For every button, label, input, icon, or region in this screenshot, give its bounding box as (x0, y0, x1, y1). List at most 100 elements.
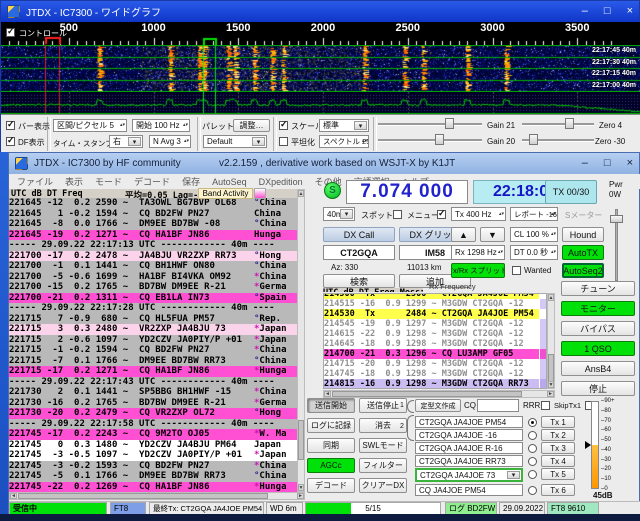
spot-status-icon[interactable]: S (324, 182, 341, 199)
tx-watchdog-button[interactable]: TX 00/30 (545, 180, 597, 204)
timestamp-combo[interactable]: 右 (109, 135, 143, 148)
right-button-5[interactable]: 停止 (561, 381, 635, 396)
tx-message-input-4[interactable]: CT2GQA JA4JOE RR73 (415, 455, 523, 467)
rx-decode-row[interactable]: 214715 -20 0.9 1298 ~ M3GDW CT2GQA -12 (324, 359, 539, 369)
close-icon[interactable]: × (627, 6, 633, 17)
tx-freq-spinner[interactable]: Tx 400 Hz (451, 207, 506, 221)
scale-checkbox[interactable] (279, 121, 288, 130)
decode-row[interactable]: 221700 -15 0.2 1765 ~ BD7BW DM9EE R-21*G… (9, 282, 297, 293)
freq-up-button[interactable]: ▲ (451, 227, 476, 242)
decode-row[interactable]: 221645 1 -0.2 1594 ~ CQ BD2FW PN27China (9, 209, 297, 220)
autoseq2-button[interactable]: AutoSeq2 (562, 263, 604, 278)
tx-radio-3[interactable] (528, 444, 537, 453)
freq-down-button[interactable]: ▼ (480, 227, 505, 242)
tx-message-input-2[interactable]: CT2GQA JA4JOE -16 (415, 429, 523, 441)
band-combo[interactable]: 40m (323, 207, 355, 221)
band-activity-table[interactable]: 221645 -12 0.2 2590 ~ TA3OWL BG7BVP OL68… (9, 198, 297, 492)
main-titlebar[interactable]: JTDX - IC7300 by HF community v2.2.159 ,… (9, 153, 639, 174)
tx-message-input-6[interactable]: CQ JA4JOE PM54 (415, 484, 523, 496)
cl-spinner[interactable]: CL 100 % (510, 227, 558, 242)
zero1-slider[interactable] (522, 118, 594, 129)
rx-vscrollbar[interactable]: ▲ ▼ (547, 293, 555, 389)
right-button-3[interactable]: 1 QSO (561, 341, 635, 356)
decode-row[interactable]: 221730 -16 0.2 1765 ~ BD7BW DM9EE R-21*G… (9, 398, 297, 409)
start-freq-spinner[interactable]: 開始 100 Hz (132, 119, 190, 132)
right-button-0[interactable]: チューン (561, 281, 635, 296)
control-checkbox[interactable] (6, 28, 15, 37)
maximize-icon[interactable]: □ (604, 6, 611, 17)
wanted-checkbox[interactable] (512, 266, 521, 275)
decode-row[interactable]: 221745 -3 -0.5 1097 ~ YD2CZV JA0PIY/P +0… (9, 450, 297, 461)
grid-button-0[interactable]: 送信開始 (307, 398, 355, 413)
close-icon[interactable]: × (627, 158, 633, 169)
menu-toggle-checkbox[interactable] (437, 210, 446, 219)
rx-decode-row[interactable]: 214545 -19 0.9 1297 ~ M3GDW CT2GQA -12 (324, 319, 539, 329)
decode-row[interactable]: 221730 -20 0.2 2479 ~ CQ VR2ZXP OL72°Hon… (9, 408, 297, 419)
decode-row[interactable]: 221700 -21 0.2 1311 ~ CQ EB1LA IN73°Spai… (9, 293, 297, 304)
decode-row[interactable]: 221645 -8 0.0 1766 ~ DM9EE BD7BW -08°Chi… (9, 219, 297, 230)
minimize-icon[interactable]: – (582, 158, 588, 169)
decode-row[interactable]: 221715 3 0.3 2480 ~ VR2ZXP JA4BJU 73*Jap… (9, 324, 297, 335)
rx-decode-row[interactable]: 214515 -16 0.9 1299 ~ M3GDW CT2GQA -12 (324, 299, 539, 309)
decode-row[interactable]: 221745 -22 0.2 1269 ~ CQ HA1BF JN86*Hung… (9, 482, 297, 493)
flatten-checkbox[interactable] (279, 137, 288, 146)
decode-row[interactable]: 221700 -5 -0.6 1699 ~ HA1BF BI4VKA OM92*… (9, 272, 297, 283)
rx-hscrollbar[interactable]: ◄ ► (323, 390, 555, 398)
rrr-checkbox[interactable] (541, 401, 550, 410)
decode-row[interactable]: ----- 29.09.22 22:17:43 UTC ------------… (9, 377, 297, 388)
grid-button-4[interactable]: 同期 (307, 438, 355, 453)
decode-row[interactable]: 221715 2 -0.6 1097 ~ YD2CZV JA0PIY/P +01… (9, 335, 297, 346)
tx-button-6[interactable]: Tx 6 (541, 484, 575, 496)
decode-row[interactable]: 221745 -17 0.2 2243 ~ CQ 9M2TO OJ05*W. M… (9, 429, 297, 440)
rx-decode-row[interactable]: 214645 -18 0.9 1298 ~ M3GDW CT2GQA -12 (324, 339, 539, 349)
grid-button-8[interactable]: デコード (307, 478, 355, 493)
palette-combo[interactable]: Default (203, 135, 267, 148)
widegraph-titlebar[interactable]: JTDX - IC7300 - ワイドグラフ – □ × (1, 1, 639, 22)
right-button-4[interactable]: AnsB4 (561, 361, 635, 376)
grid-button-2[interactable]: ログに記録 (307, 418, 355, 433)
decode-row[interactable]: 221700 -17 0.2 2478 ~ JA4BJU VR2ZXP RR73… (9, 251, 297, 262)
right-button-1[interactable]: モニター (561, 301, 635, 316)
spectrum-canvas[interactable] (1, 92, 640, 114)
tx-message-input-5[interactable]: CT2GQA JA4JOE 73 (415, 468, 523, 482)
rx-decode-row[interactable]: 214615 -22 0.9 1298 ~ M3GDW CT2GQA -12 (324, 329, 539, 339)
tx-button-2[interactable]: Tx 2 (541, 429, 575, 441)
menu-item-4[interactable]: 保存 (182, 175, 200, 188)
tx-set1-brace[interactable] (407, 400, 414, 413)
decode-row[interactable]: 221715 -7 0.1 1766 ~ DM9EE BD7BW RR73°Ch… (9, 356, 297, 367)
right-button-2[interactable]: バイパス (561, 321, 635, 336)
grid-button-7[interactable]: フィルター (359, 458, 407, 473)
decode-row[interactable]: 221745 0 0.3 1480 ~ YD2CZV JA4BJU PM64Ja… (9, 440, 297, 451)
dx-call-input[interactable]: CT2GQA (323, 245, 395, 260)
decode-row[interactable]: ----- 29.09.22 22:17:13 UTC ------------… (9, 240, 297, 251)
tx-button-1[interactable]: Tx 1 (541, 416, 575, 428)
grid-button-6[interactable]: AGCc (307, 458, 355, 473)
menu-item-1[interactable]: 表示 (65, 175, 83, 188)
rx-decode-row[interactable]: 214700 -21 0.3 1296 ~ CQ LU3AMP GF05 (324, 349, 539, 359)
band-activity-sort[interactable]: Band Activity (198, 188, 253, 199)
decode-row[interactable]: 221700 -1 0.1 1441 ~ CQ BH1HWF ON80°Chin… (9, 261, 297, 272)
autotx-button[interactable]: AutoTX (562, 245, 604, 260)
decode-row[interactable]: ----- 29.09.22 22:17:28 UTC ------------… (9, 303, 297, 314)
decode-row[interactable]: 221715 -1 -0.2 1594 ~ CQ BD2FW PN27*Chin… (9, 345, 297, 356)
palette-adjust-button[interactable]: 調整… (233, 119, 270, 132)
decode-row[interactable]: 221745 -5 0.1 1766 ~ DM9EE BD7BW RR73°Ch… (9, 471, 297, 482)
ba-vscrollbar[interactable]: ▲ ▼ (297, 189, 305, 492)
tx-button-5[interactable]: Tx 5 (541, 468, 575, 480)
frequency-display[interactable]: 7.074 000 (346, 180, 468, 204)
tx-radio-1[interactable] (528, 418, 537, 427)
tx-set2-brace[interactable] (407, 415, 414, 441)
tx-radio-6[interactable] (528, 486, 537, 495)
report-spinner[interactable]: レポート -16 (510, 207, 558, 221)
tx-radio-4[interactable] (528, 457, 537, 466)
minimize-icon[interactable]: – (582, 6, 588, 17)
generate-messages-button[interactable]: 定型文作成 (415, 399, 461, 412)
navg-spinner[interactable]: N Avg 3 (149, 135, 191, 148)
scale-combo[interactable]: 標準 (319, 119, 369, 132)
bins-per-pixel-spinner[interactable]: 区間/ピクセル 5 (53, 119, 127, 132)
rx-frequency-table[interactable]: 214500 Tx 2500 ~ CT2GQA JA4JOE PM5421451… (323, 293, 547, 389)
tx-button-3[interactable]: Tx 3 (541, 442, 575, 454)
menu-item-3[interactable]: デコード (134, 175, 170, 188)
spot-checkbox[interactable] (393, 210, 402, 219)
tx-radio-5[interactable] (528, 470, 537, 479)
